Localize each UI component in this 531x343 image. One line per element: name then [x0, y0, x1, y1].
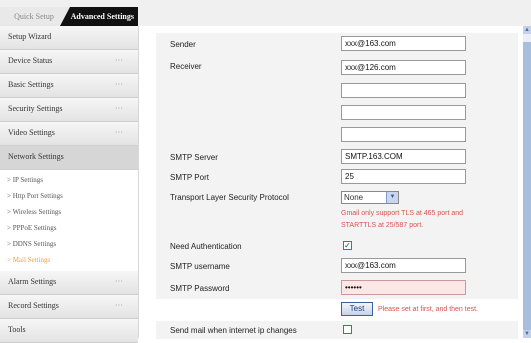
scroll-thumb[interactable] — [523, 42, 531, 332]
send-on-ip-change-label: Send mail when internet ip changes — [170, 326, 297, 335]
sender-label: Sender — [170, 40, 196, 49]
tls-select-value: None — [344, 193, 364, 202]
tab-quick-setup[interactable]: Quick Setup — [0, 7, 68, 26]
tls-label: Transport Layer Security Protocol — [170, 193, 289, 202]
form-row-sender: Sender xxx@163.com — [156, 33, 518, 56]
tab-advanced-settings[interactable]: Advanced Settings — [60, 7, 138, 26]
smtp-port-input[interactable]: 25 — [341, 169, 466, 184]
receiver-input-1[interactable]: xxx@126.com — [341, 60, 466, 75]
form-row-tls: Transport Layer Security Protocol None ▼… — [156, 187, 518, 238]
form-row-smtp-server: SMTP Server SMTP.163.COM — [156, 147, 518, 168]
need-auth-checkbox[interactable]: ✓ — [343, 241, 352, 250]
sidebar-subitem-http-port-settings[interactable]: > Http Port Settings — [7, 192, 63, 200]
sidebar-item-security-settings[interactable]: Security Settings ··· — [0, 98, 138, 122]
top-tab-bar: Quick Setup Advanced Settings — [0, 0, 531, 27]
expand-dots-icon: ··· — [115, 104, 123, 113]
expand-dots-icon: ··· — [115, 56, 123, 65]
tls-select[interactable]: None ▼ — [341, 191, 399, 204]
smtp-port-label: SMTP Port — [170, 173, 209, 182]
sidebar-subitem-pppoe-settings[interactable]: > PPPoE Settings — [7, 224, 56, 232]
sidebar-item-label: Alarm Settings — [8, 277, 57, 286]
smtp-password-input[interactable]: •••••• — [341, 280, 466, 295]
sidebar-item-record-settings[interactable]: Record Settings ··· — [0, 295, 138, 319]
test-hint: Please set at first, and then test. — [378, 306, 478, 313]
smtp-username-label: SMTP username — [170, 262, 230, 271]
form-row-smtp-port: SMTP Port 25 — [156, 167, 518, 188]
smtp-server-label: SMTP Server — [170, 153, 218, 162]
form-row-receiver: Receiver xxx@126.com — [156, 55, 518, 148]
expand-dots-icon: ··· — [115, 80, 123, 89]
receiver-input-4[interactable] — [341, 127, 466, 142]
tls-hint-line-1: Gmail only support TLS at 465 port and — [341, 210, 464, 217]
sidebar-item-label: Record Settings — [8, 301, 59, 310]
form-row-need-auth: Need Authentication ✓ — [156, 237, 518, 256]
sidebar-item-label: Setup Wizard — [8, 32, 52, 41]
sidebar-item-video-settings[interactable]: Video Settings ··· — [0, 122, 138, 146]
sidebar-item-label: Network Settings — [8, 152, 64, 161]
sidebar-item-label: Device Status — [8, 56, 53, 65]
expand-dots-icon: ··· — [115, 128, 123, 137]
checkmark-icon: ✓ — [344, 241, 351, 250]
vertical-scrollbar[interactable]: ▲ ▼ — [523, 26, 531, 338]
sidebar-item-label: Basic Settings — [8, 80, 54, 89]
form-row-smtp-password: SMTP Password •••••• — [156, 277, 518, 300]
sidebar-item-network-settings[interactable]: Network Settings — [0, 146, 138, 170]
receiver-input-3[interactable] — [341, 105, 466, 120]
sidebar-subitem-mail-settings[interactable]: > Mail Settings — [7, 256, 50, 264]
sidebar-item-alarm-settings[interactable]: Alarm Settings ··· — [0, 271, 138, 295]
sidebar-item-label: Video Settings — [8, 128, 55, 137]
send-on-ip-change-checkbox[interactable] — [343, 325, 352, 334]
sidebar-item-setup-wizard[interactable]: Setup Wizard — [0, 26, 138, 50]
sidebar-item-tools[interactable]: Tools — [0, 319, 138, 343]
sidebar-item-label: Tools — [8, 325, 26, 334]
chevron-down-icon[interactable]: ▼ — [386, 192, 398, 203]
scroll-down-arrow-icon[interactable]: ▼ — [523, 330, 531, 338]
smtp-password-label: SMTP Password — [170, 284, 230, 293]
expand-dots-icon: ··· — [115, 277, 123, 286]
tls-hint-line-2: STARTTLS at 25/587 port. — [341, 222, 424, 229]
sidebar-item-basic-settings[interactable]: Basic Settings ··· — [0, 74, 138, 98]
test-button[interactable]: Test — [341, 302, 373, 316]
form-row-send-on-ip-change: Send mail when internet ip changes — [156, 321, 518, 340]
sidebar-subitem-ip-settings[interactable]: > IP Settings — [7, 176, 43, 184]
form-row-smtp-username: SMTP username xxx@163.com — [156, 255, 518, 278]
form-row-test: Test Please set at first, and then test. — [156, 299, 518, 320]
sender-input[interactable]: xxx@163.com — [341, 36, 466, 51]
sidebar-subitem-wireless-settings[interactable]: > Wireless Settings — [7, 208, 61, 216]
need-auth-label: Need Authentication — [170, 242, 242, 251]
sidebar: Setup Wizard Device Status ··· Basic Sett… — [0, 26, 139, 343]
scroll-up-arrow-icon[interactable]: ▲ — [523, 26, 531, 34]
receiver-label: Receiver — [170, 62, 202, 71]
sidebar-subitem-ddns-settings[interactable]: > DDNS Settings — [7, 240, 56, 248]
receiver-input-2[interactable] — [341, 83, 466, 98]
sidebar-item-device-status[interactable]: Device Status ··· — [0, 50, 138, 74]
smtp-server-input[interactable]: SMTP.163.COM — [341, 149, 466, 164]
smtp-username-input[interactable]: xxx@163.com — [341, 258, 466, 273]
sidebar-item-label: Security Settings — [8, 104, 63, 113]
expand-dots-icon: ··· — [115, 301, 123, 310]
